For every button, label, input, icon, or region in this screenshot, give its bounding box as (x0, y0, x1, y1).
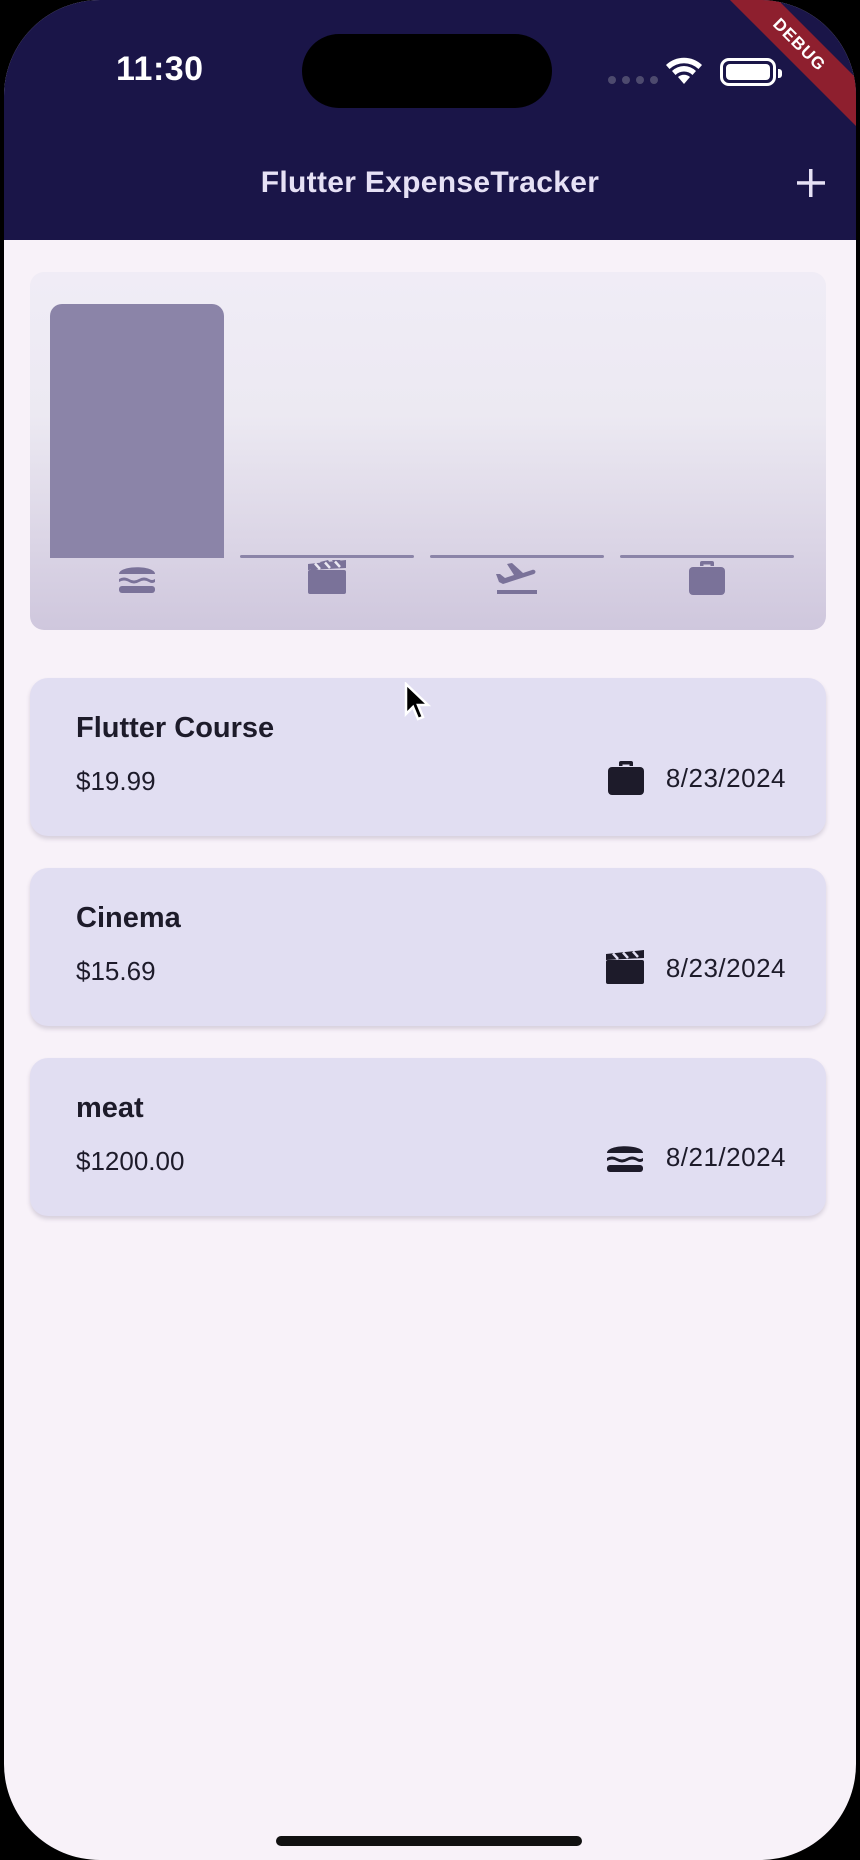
expense-item[interactable]: meat $1200.00 8/21/2024 (30, 1058, 826, 1216)
expense-date: 8/23/2024 (665, 952, 786, 983)
chart-bar-slot-leisure (240, 304, 414, 558)
briefcase-icon (607, 761, 644, 795)
app-bar: 11:30 DEBUG Flutter ExpenseTracker (4, 0, 856, 240)
expense-title: Cinema (76, 902, 181, 934)
add-expense-button[interactable] (786, 158, 836, 208)
chart-bar-slot-work (620, 304, 794, 558)
expense-item[interactable]: Cinema $15.69 8/23/2024 (30, 868, 826, 1026)
home-indicator[interactable] (276, 1836, 582, 1846)
expense-date: 8/23/2024 (665, 762, 786, 793)
plus-icon (797, 169, 825, 197)
wifi-icon (666, 57, 702, 84)
hamburger-icon (606, 1146, 643, 1172)
airplane-departure-icon (430, 554, 604, 602)
chart-bar-slot-travel (430, 304, 604, 558)
clapperboard-icon (605, 950, 644, 984)
app-title: Flutter ExpenseTracker (260, 166, 600, 199)
chart-bar-food (50, 304, 224, 558)
hamburger-icon (50, 554, 224, 602)
chart-bar-slot-food (50, 304, 224, 558)
expense-title: Flutter Course (76, 712, 275, 744)
briefcase-icon (620, 554, 794, 602)
expense-amount: $1200.00 (76, 1146, 185, 1176)
battery-icon (720, 58, 782, 86)
status-time: 11:30 (116, 50, 204, 88)
phone-screen: 11:30 DEBUG Flutter ExpenseTracker Flutt… (4, 0, 856, 1860)
expense-title: meat (76, 1092, 144, 1124)
expense-amount: $15.69 (76, 956, 156, 986)
clapperboard-icon (240, 554, 414, 602)
expense-chart (30, 272, 826, 630)
dynamic-island (302, 34, 552, 108)
signal-icon (608, 76, 658, 84)
expense-amount: $19.99 (76, 766, 156, 796)
expense-date: 8/21/2024 (665, 1141, 786, 1172)
mouse-cursor-icon (404, 682, 432, 721)
